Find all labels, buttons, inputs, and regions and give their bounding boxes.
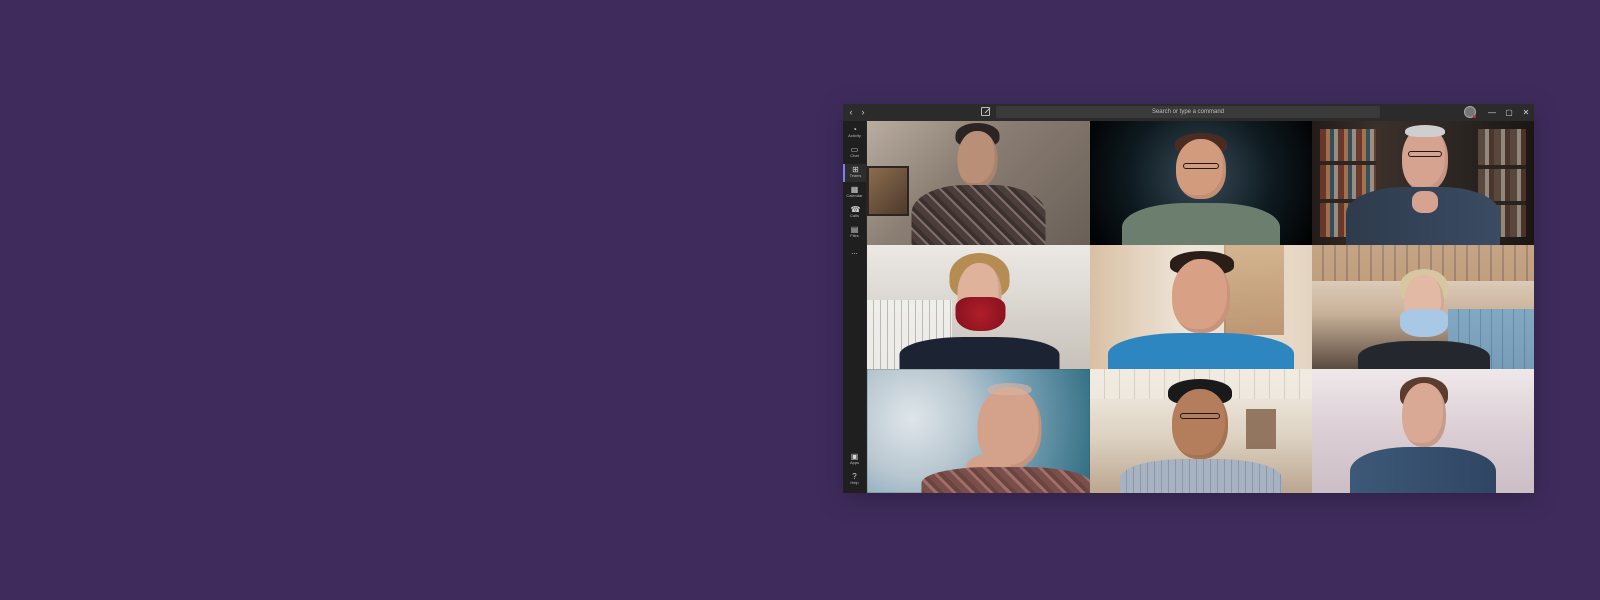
rail-item-calls[interactable]: ☎ Calls [843,204,866,222]
nav-arrows: ‹ › [847,108,867,118]
video-tile[interactable] [1312,121,1534,245]
face-mask [1400,309,1448,337]
participant-face [957,131,997,187]
video-tile[interactable] [867,369,1090,493]
participant-video [867,121,1090,245]
participant-video [1090,245,1312,369]
page: ‹ › Search or type a command — ▢ ✕ ◔ Act… [0,0,1600,600]
file-icon: ▤ [850,225,859,234]
rail-label: Calls [850,214,859,218]
participant-shirt [1108,333,1294,369]
more-apps-button[interactable]: ... [843,247,866,257]
search-input[interactable]: Search or type a command [996,106,1380,118]
avatar[interactable] [1464,106,1476,118]
rail-item-apps[interactable]: ▣ Apps [843,451,866,469]
rail-label: Files [850,234,859,238]
left-rail: ◔ Activity ▭ Chat ⊞ Teams ▦ Calendar ☎ C… [843,121,867,493]
participant-face [1172,259,1230,333]
calendar-icon: ▦ [850,185,859,194]
participant-video [1312,369,1534,493]
video-tile[interactable] [867,121,1090,245]
participant-hair [987,383,1031,395]
rail-item-teams[interactable]: ⊞ Teams [843,164,866,182]
participant-face [1402,383,1446,447]
participant-face [1176,139,1226,199]
apps-icon: ▣ [850,452,859,461]
rail-item-chat[interactable]: ▭ Chat [843,144,866,162]
participant-video [1312,121,1534,245]
forward-arrow-icon[interactable]: › [859,108,867,118]
participant-shirt [921,467,1090,493]
compose-icon[interactable] [981,107,990,116]
participant-shirt [899,337,1059,369]
help-icon: ? [852,472,857,481]
rail-item-calendar[interactable]: ▦ Calendar [843,184,866,202]
participant-jacket [1350,447,1496,493]
teams-window: ‹ › Search or type a command — ▢ ✕ ◔ Act… [843,104,1534,493]
participant-hair [1405,125,1445,137]
rail-label: Activity [848,134,861,138]
participant-glasses [1408,151,1442,157]
rail-item-files[interactable]: ▤ Files [843,224,866,242]
minimize-button[interactable]: — [1488,108,1496,117]
phone-icon: ☎ [850,205,861,214]
chat-icon: ▭ [850,145,859,154]
rail-label: Help [850,481,859,485]
participant-shirt [1122,203,1280,245]
rail-item-help[interactable]: ? Help [843,471,866,489]
video-tile[interactable] [867,245,1090,369]
rail-label: Calendar [846,194,863,198]
teams-icon: ⊞ [852,165,859,174]
video-grid [867,121,1534,493]
maximize-button[interactable]: ▢ [1505,108,1513,117]
participant-video [1090,121,1312,245]
participant-video [1090,369,1312,493]
participant-shirt [1358,341,1490,369]
participant-shirt [911,185,1045,245]
video-tile[interactable] [1312,369,1534,493]
titlebar: ‹ › Search or type a command — ▢ ✕ [843,104,1534,121]
rail-label: Teams [849,174,862,178]
participant-hand [1412,191,1438,213]
rail-label: Apps [849,461,860,465]
video-tile[interactable] [1090,121,1312,245]
participant-glasses [1180,413,1220,419]
close-button[interactable]: ✕ [1522,108,1530,117]
rail-item-activity[interactable]: ◔ Activity [843,124,866,142]
window-controls: — ▢ ✕ [1488,104,1530,121]
participant-shirt [1120,459,1282,493]
participant-video [1312,245,1534,369]
face-mask [955,297,1005,331]
participant-video [867,245,1090,369]
video-tile[interactable] [1312,245,1534,369]
participant-glasses [1183,163,1219,169]
participant-face [1172,389,1228,459]
video-tile[interactable] [1090,369,1312,493]
participant-video [867,369,1090,493]
back-arrow-icon[interactable]: ‹ [847,108,855,118]
video-tile[interactable] [1090,245,1312,369]
rail-label: Chat [850,154,859,158]
bell-icon: ◔ [852,125,857,134]
